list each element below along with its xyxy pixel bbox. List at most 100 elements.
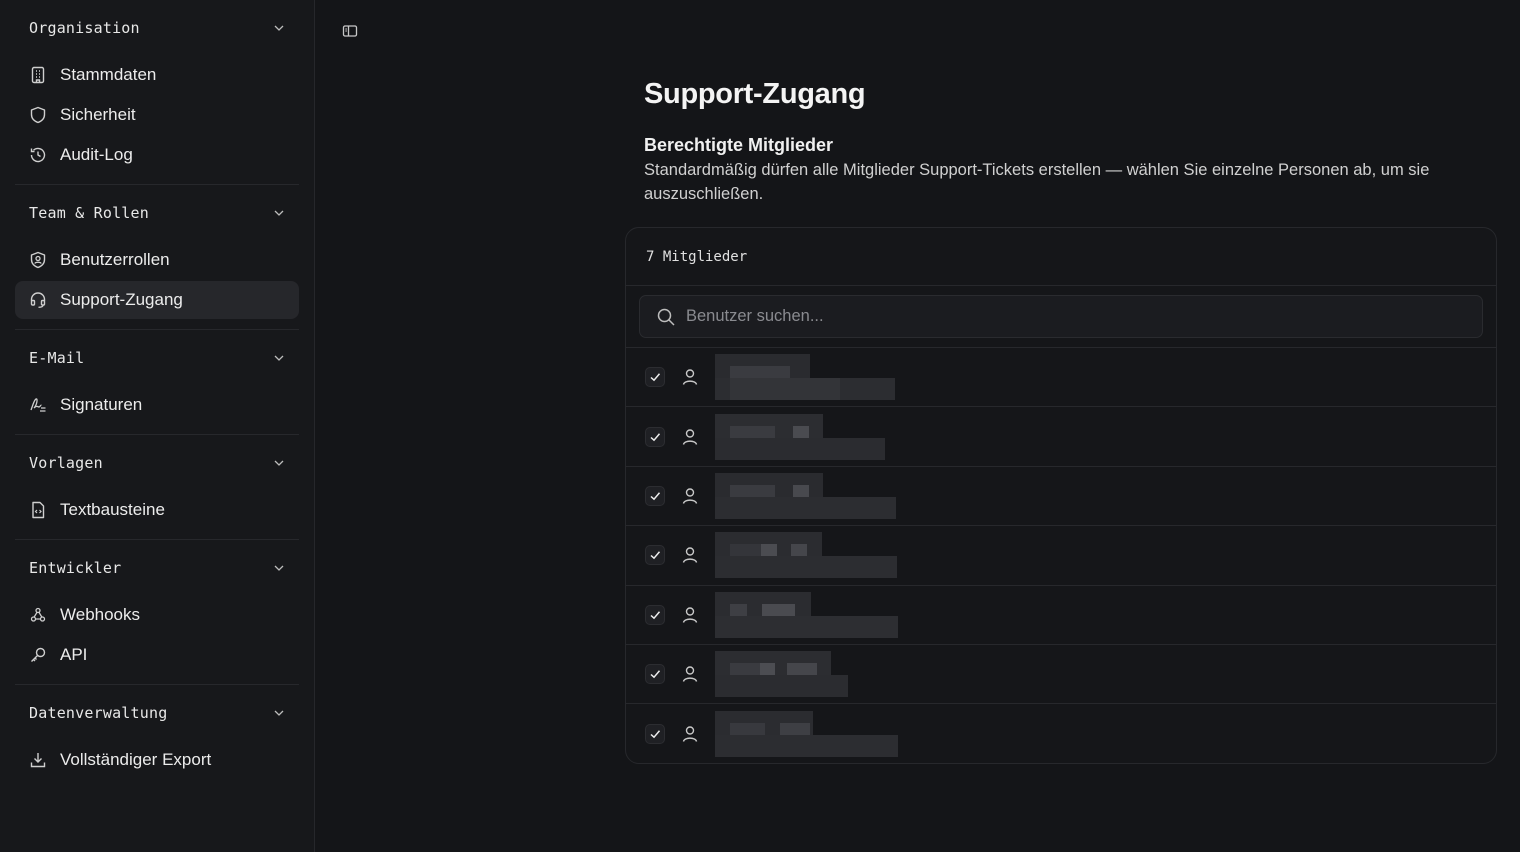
table-row [626, 526, 1496, 586]
page-title: Support-Zugang [644, 78, 866, 110]
redaction-block [715, 496, 896, 519]
sidebar-item-label: Audit-Log [60, 145, 133, 164]
key-icon [29, 646, 47, 664]
section-header-team-rollen[interactable]: Team & Rollen [15, 185, 299, 241]
redaction-block [730, 378, 840, 401]
section-organisation: Organisation Stammdaten Sicherheit Audit… [0, 0, 314, 185]
redaction-block [762, 603, 795, 616]
member-name-redacted [715, 354, 905, 401]
chevron-down-icon [274, 460, 284, 466]
table-row [626, 645, 1496, 705]
member-checkbox[interactable] [645, 724, 665, 745]
sidebar-item-vollstaendiger-export[interactable]: Vollständiger Export [15, 741, 299, 779]
member-name-redacted [715, 413, 905, 460]
user-icon [682, 428, 698, 445]
member-list [626, 348, 1496, 764]
check-icon [650, 432, 661, 441]
sidebar-item-label: Signaturen [60, 395, 143, 414]
redaction-block [787, 663, 817, 676]
sidebar-item-textbausteine[interactable]: Textbausteine [15, 491, 299, 529]
section-title: Datenverwaltung [29, 704, 168, 722]
webhook-icon [29, 606, 47, 624]
redaction-block [730, 366, 790, 379]
chevron-down-icon [274, 565, 284, 571]
member-checkbox[interactable] [645, 485, 665, 506]
section-header-vorlagen[interactable]: Vorlagen [15, 435, 299, 491]
section-header-email[interactable]: E-Mail [15, 330, 299, 386]
history-icon [29, 146, 47, 164]
headset-icon [29, 291, 47, 309]
member-name-redacted [715, 472, 905, 519]
member-name-redacted [715, 711, 905, 758]
section-title: Entwickler [29, 559, 122, 577]
redaction-block [730, 723, 765, 736]
sidebar-item-label: Benutzerrollen [60, 250, 170, 269]
redaction-block [730, 425, 775, 438]
redaction-block [730, 603, 747, 616]
download-icon [29, 751, 47, 769]
redaction-block [715, 615, 898, 638]
user-icon [682, 726, 698, 742]
member-checkbox[interactable] [645, 367, 665, 388]
member-checkbox[interactable] [645, 545, 665, 566]
section-title: Vorlagen [29, 454, 103, 472]
redaction-block [715, 735, 898, 758]
sidebar-toggle-icon[interactable] [340, 22, 360, 40]
check-icon [650, 730, 661, 739]
sidebar-item-audit-log[interactable]: Audit-Log [15, 136, 299, 174]
section-title: Team & Rollen [29, 204, 149, 222]
sidebar-item-webhooks[interactable]: Webhooks [15, 596, 299, 634]
search-wrapper [626, 286, 1496, 348]
sidebar-item-sicherheit[interactable]: Sicherheit [15, 96, 299, 134]
sidebar-item-benutzerrollen[interactable]: Benutzerrollen [15, 241, 299, 279]
section-team-rollen: Team & Rollen Benutzerrollen Support-Zug… [0, 185, 314, 330]
section-entwickler: Entwickler Webhooks API [0, 540, 314, 685]
sidebar-item-label: API [60, 645, 88, 664]
sidebar-item-support-zugang[interactable]: Support-Zugang [15, 281, 299, 319]
check-icon [650, 373, 661, 382]
redaction-block [715, 437, 885, 460]
building-icon [29, 66, 47, 84]
section-datenverwaltung: Datenverwaltung Vollständiger Export [0, 685, 314, 779]
check-icon [650, 492, 661, 501]
user-icon [682, 607, 698, 623]
redaction-block [760, 663, 775, 676]
table-row [626, 586, 1496, 645]
section-email: E-Mail Signaturen [0, 330, 314, 435]
redaction-block [761, 544, 777, 557]
sidebar-item-signaturen[interactable]: Signaturen [15, 386, 299, 424]
section-header-organisation[interactable]: Organisation [15, 0, 299, 56]
chevron-down-icon [274, 25, 284, 31]
member-name-redacted [715, 532, 905, 579]
sidebar-item-label: Support-Zugang [60, 290, 183, 309]
section-header-entwickler[interactable]: Entwickler [15, 540, 299, 596]
section-vorlagen: Vorlagen Textbausteine [0, 435, 314, 540]
sidebar-item-api[interactable]: API [15, 636, 299, 674]
member-name-redacted [715, 651, 905, 698]
section-title: E-Mail [29, 349, 85, 367]
members-card: 7 Mitglieder [625, 227, 1497, 764]
table-row [626, 467, 1496, 527]
section-description: Standardmäßig dürfen alle Mitglieder Sup… [644, 161, 1430, 203]
user-icon [682, 547, 698, 564]
user-icon [682, 369, 698, 385]
shield-icon [29, 106, 47, 124]
check-icon [650, 551, 661, 560]
table-row [626, 704, 1496, 763]
member-name-redacted [715, 591, 905, 638]
signature-icon [29, 396, 47, 414]
user-icon [682, 488, 698, 504]
member-checkbox[interactable] [645, 426, 665, 447]
redaction-block [793, 484, 809, 497]
user-icon [682, 666, 698, 682]
table-row [626, 407, 1496, 467]
sidebar-item-label: Stammdaten [60, 65, 157, 84]
section-subtitle: Berechtigte Mitglieder [644, 135, 834, 155]
member-checkbox[interactable] [645, 604, 665, 625]
sidebar-item-stammdaten[interactable]: Stammdaten [15, 56, 299, 94]
member-checkbox[interactable] [645, 664, 665, 685]
search-input[interactable] [686, 307, 1386, 326]
section-title: Organisation [29, 19, 140, 37]
section-header-datenverwaltung[interactable]: Datenverwaltung [15, 685, 299, 741]
table-row [626, 348, 1496, 408]
